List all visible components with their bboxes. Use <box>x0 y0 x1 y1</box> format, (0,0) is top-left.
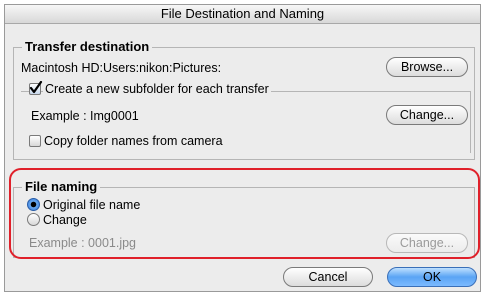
naming-change-button[interactable]: Change... <box>386 233 468 253</box>
subfolder-checkbox[interactable] <box>29 81 43 95</box>
subfolder-example: Example : Img0001 <box>31 109 139 123</box>
browse-button[interactable]: Browse... <box>386 57 468 77</box>
subfolder-label[interactable]: Create a new subfolder for each transfer <box>43 81 271 97</box>
transfer-destination-title: Transfer destination <box>22 39 153 55</box>
ok-button[interactable]: OK <box>387 267 477 287</box>
original-file-name-label[interactable]: Original file name <box>43 197 140 213</box>
dialog-window: File Destination and Naming Transfer des… <box>4 4 481 292</box>
destination-path: Macintosh HD:Users:nikon:Pictures: <box>21 61 222 75</box>
naming-example: Example : 0001.jpg <box>29 236 137 250</box>
checkmark-icon <box>29 81 43 94</box>
change-name-label[interactable]: Change <box>43 212 87 228</box>
original-file-name-radio[interactable] <box>27 198 40 211</box>
copy-folder-names-checkbox[interactable] <box>29 135 41 147</box>
file-naming-title: File naming <box>22 179 101 195</box>
cancel-button[interactable]: Cancel <box>283 267 373 287</box>
change-name-radio[interactable] <box>27 213 40 226</box>
dialog-title: File Destination and Naming <box>5 5 480 24</box>
copy-folder-names-label[interactable]: Copy folder names from camera <box>44 133 223 149</box>
subfolder-change-button[interactable]: Change... <box>386 105 468 125</box>
